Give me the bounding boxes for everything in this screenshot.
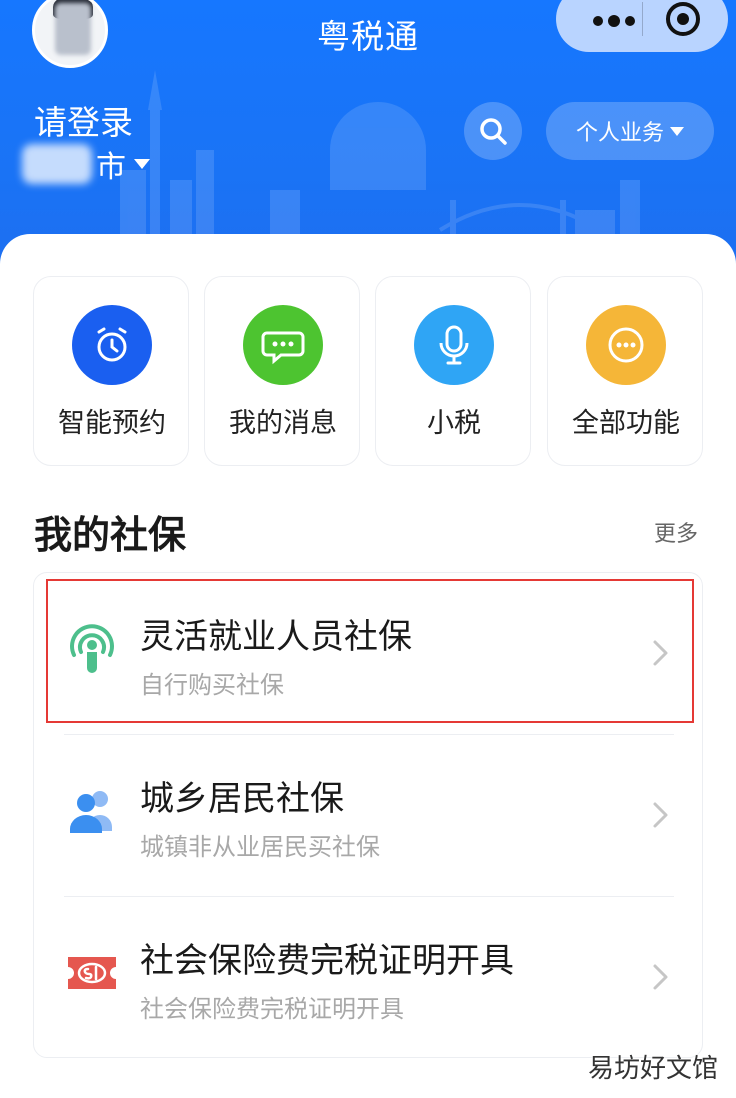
business-type-dropdown[interactable]: 个人业务 [546, 102, 714, 160]
social-security-list: 灵活就业人员社保 自行购买社保 城乡居民社保 城镇非从业居民买社保 社会保险费完… [33, 572, 703, 1058]
quick-action-icon-bg [72, 305, 152, 385]
quick-action-label: 我的消息 [229, 408, 337, 439]
quick-actions: 智能预约 我的消息 小税 全部功能 [33, 276, 703, 466]
search-button[interactable] [464, 102, 522, 160]
list-item-title: 城乡居民社保 [140, 779, 344, 819]
section-title: 我的社保 [34, 513, 187, 557]
quick-action-assistant[interactable]: 小税 [375, 276, 531, 466]
chat-bubble-icon [261, 331, 305, 365]
login-link[interactable]: 请登录 [34, 96, 133, 144]
mini-program-capsule [556, 0, 728, 52]
more-dots-icon[interactable] [586, 4, 642, 34]
quick-action-messages[interactable]: 我的消息 [204, 276, 360, 466]
chevron-right-icon [653, 640, 668, 666]
chevron-right-icon [653, 802, 668, 828]
caret-down-icon [670, 126, 684, 136]
quick-action-all-features[interactable]: 全部功能 [547, 276, 703, 466]
city-selector[interactable]: 市 [22, 142, 150, 186]
list-item-flexible-employment[interactable]: 灵活就业人员社保 自行购买社保 [34, 573, 704, 735]
quick-action-label: 小税 [427, 408, 481, 439]
microphone-icon [439, 325, 469, 365]
capsule-divider [642, 2, 643, 36]
quick-action-icon-bg [586, 305, 666, 385]
list-item-title: 灵活就业人员社保 [140, 617, 412, 657]
quick-action-label: 智能预约 [58, 408, 166, 439]
people-group-icon [70, 791, 112, 833]
chevron-right-icon [653, 964, 668, 990]
more-link[interactable]: 更多 [654, 516, 698, 548]
search-icon [480, 118, 507, 145]
quick-action-icon-bg [414, 305, 494, 385]
list-item-tax-certificate[interactable]: 社会保险费完税证明开具 社会保险费完税证明开具 [34, 897, 704, 1059]
broadcast-person-icon [70, 624, 114, 673]
list-item-subtitle: 社会保险费完税证明开具 [140, 995, 404, 1023]
business-type-label: 个人业务 [575, 121, 664, 146]
more-circle-icon [608, 327, 644, 363]
si-ticket-icon [68, 957, 116, 989]
quick-action-appointment[interactable]: 智能预约 [33, 276, 189, 466]
watermark: 易坊好文馆 [588, 1054, 719, 1084]
alarm-clock-icon [97, 327, 127, 362]
quick-action-label: 全部功能 [572, 408, 680, 439]
city-suffix: 市 [96, 150, 126, 185]
list-item-title: 社会保险费完税证明开具 [140, 941, 514, 981]
caret-down-icon [134, 159, 150, 169]
target-icon[interactable] [664, 0, 702, 38]
quick-action-icon-bg [243, 305, 323, 385]
city-name-blur [22, 144, 92, 184]
list-item-urban-rural[interactable]: 城乡居民社保 城镇非从业居民买社保 [34, 735, 704, 897]
list-item-subtitle: 城镇非从业居民买社保 [140, 833, 380, 861]
list-item-subtitle: 自行购买社保 [140, 671, 284, 699]
main-panel: 智能预约 我的消息 小税 全部功能 我的社保 更多 灵活就业人员社保 自行购买社… [0, 234, 736, 1098]
